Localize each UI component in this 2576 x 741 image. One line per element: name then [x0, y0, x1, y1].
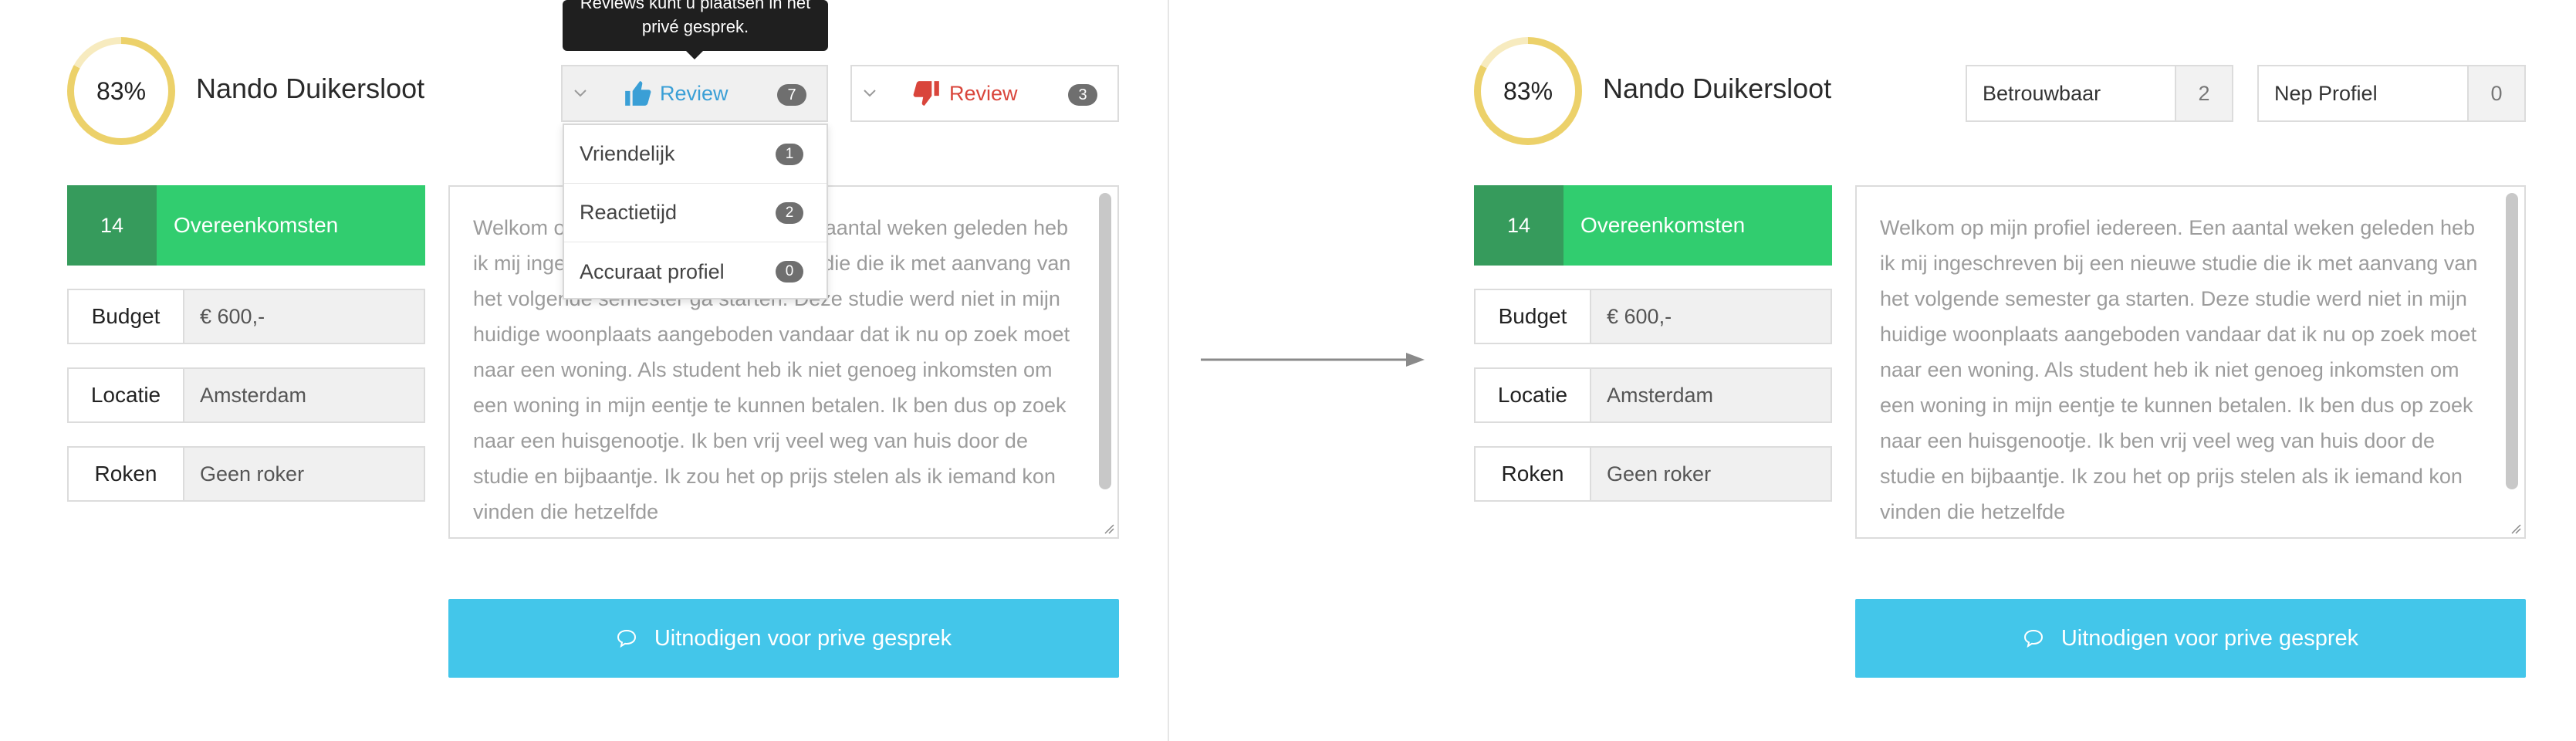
invite-label: Uitnodigen voor prive gesprek — [654, 625, 952, 651]
agreements-label: Overeenkomsten — [1564, 185, 1832, 266]
location-field: Locatie Amsterdam — [67, 367, 425, 423]
review-positive-button[interactable]: Review 7 — [561, 65, 828, 122]
profile-panel-after: 83% Nando Duikersloot Betrouwbaar 2 Nep … — [1474, 0, 2576, 741]
review-positive-label: Review — [660, 81, 729, 105]
dropdown-item-vriendelijk[interactable]: Vriendelijk 1 — [564, 125, 827, 184]
dropdown-item-count: 0 — [776, 261, 803, 283]
trust-fake-profile-button[interactable]: Nep Profiel 0 — [2257, 65, 2526, 122]
dropdown-item-count: 1 — [776, 144, 803, 165]
dropdown-item-accuraat-profiel[interactable]: Accuraat profiel 0 — [564, 242, 827, 301]
tooltip-text: Reviews kunt u plaatsen in het privé ges… — [580, 0, 811, 36]
review-dropdown-menu: Vriendelijk 1 Reactietijd 2 Accuraat pro… — [563, 124, 828, 299]
resize-grip-icon[interactable] — [1102, 522, 1114, 534]
budget-label: Budget — [69, 290, 184, 343]
trust-reliable-button[interactable]: Betrouwbaar 2 — [1966, 65, 2233, 122]
dropdown-item-label: Vriendelijk — [580, 142, 675, 165]
match-score-value: 83% — [74, 44, 168, 138]
smoking-label: Roken — [69, 448, 184, 500]
chevron-down-icon[interactable] — [852, 89, 887, 98]
profile-name: Nando Duikersloot — [196, 73, 425, 104]
chat-bubble-icon — [2023, 629, 2043, 648]
trust-fake-profile-label: Nep Profiel — [2259, 66, 2469, 120]
match-score-ring: 83% — [67, 37, 175, 145]
smoking-label: Roken — [1476, 448, 1591, 500]
agreements-bar: 14 Overeenkomsten — [67, 185, 425, 266]
trust-reliable-label: Betrouwbaar — [1967, 66, 2176, 120]
smoking-field: Roken Geen roker — [67, 446, 425, 502]
bio-text: Welkom op mijn profiel iedereen. Een aan… — [1880, 216, 2478, 523]
match-score-value: 83% — [1481, 44, 1575, 138]
location-label: Locatie — [69, 369, 184, 421]
agreements-count: 14 — [1474, 185, 1564, 266]
location-value: Amsterdam — [1591, 369, 1831, 421]
budget-value: € 600,- — [1591, 290, 1831, 343]
agreements-count: 14 — [67, 185, 157, 266]
review-negative-label: Review — [949, 81, 1018, 105]
thumbs-down-icon — [913, 81, 939, 106]
review-positive-count: 7 — [777, 84, 806, 106]
location-field: Locatie Amsterdam — [1474, 367, 1832, 423]
budget-field: Budget € 600,- — [1474, 289, 1832, 344]
chat-bubble-icon — [617, 629, 636, 648]
bio-scrollbar[interactable] — [1099, 193, 1111, 489]
comparison-canvas: 83% Nando Duikersloot Reviews kunt u pla… — [0, 0, 2576, 741]
trust-reliable-count: 2 — [2176, 66, 2232, 120]
invite-private-chat-button[interactable]: Uitnodigen voor prive gesprek — [1855, 599, 2526, 678]
location-label: Locatie — [1476, 369, 1591, 421]
smoking-field: Roken Geen roker — [1474, 446, 1832, 502]
thumbs-up-icon — [625, 81, 651, 106]
arrow-right-icon — [1201, 353, 1425, 367]
panel-divider — [1168, 0, 1169, 741]
trust-fake-profile-count: 0 — [2469, 66, 2524, 120]
invite-private-chat-button[interactable]: Uitnodigen voor prive gesprek — [448, 599, 1119, 678]
smoking-value: Geen roker — [184, 448, 424, 500]
invite-label: Uitnodigen voor prive gesprek — [2060, 625, 2359, 651]
agreements-bar: 14 Overeenkomsten — [1474, 185, 1832, 266]
bio-textarea[interactable]: Welkom op mijn profiel iedereen. Een aan… — [1855, 185, 2526, 539]
dropdown-item-reactietijd[interactable]: Reactietijd 2 — [564, 184, 827, 242]
tooltip-caret — [686, 51, 703, 59]
chevron-down-icon[interactable] — [563, 89, 598, 98]
dropdown-item-label: Reactietijd — [580, 201, 678, 224]
budget-field: Budget € 600,- — [67, 289, 425, 344]
agreements-label: Overeenkomsten — [157, 185, 425, 266]
profile-name: Nando Duikersloot — [1603, 73, 1832, 104]
smoking-value: Geen roker — [1591, 448, 1831, 500]
budget-value: € 600,- — [184, 290, 424, 343]
reviews-tooltip: Reviews kunt u plaatsen in het privé ges… — [563, 0, 828, 51]
match-score-ring: 83% — [1474, 37, 1582, 145]
profile-panel-before: 83% Nando Duikersloot Reviews kunt u pla… — [67, 0, 1194, 741]
dropdown-item-count: 2 — [776, 202, 803, 224]
location-value: Amsterdam — [184, 369, 424, 421]
bio-scrollbar[interactable] — [2506, 193, 2518, 489]
review-negative-button[interactable]: Review 3 — [850, 65, 1119, 122]
resize-grip-icon[interactable] — [2509, 522, 2521, 534]
review-negative-count: 3 — [1068, 84, 1097, 106]
budget-label: Budget — [1476, 290, 1591, 343]
dropdown-item-label: Accuraat profiel — [580, 259, 725, 283]
